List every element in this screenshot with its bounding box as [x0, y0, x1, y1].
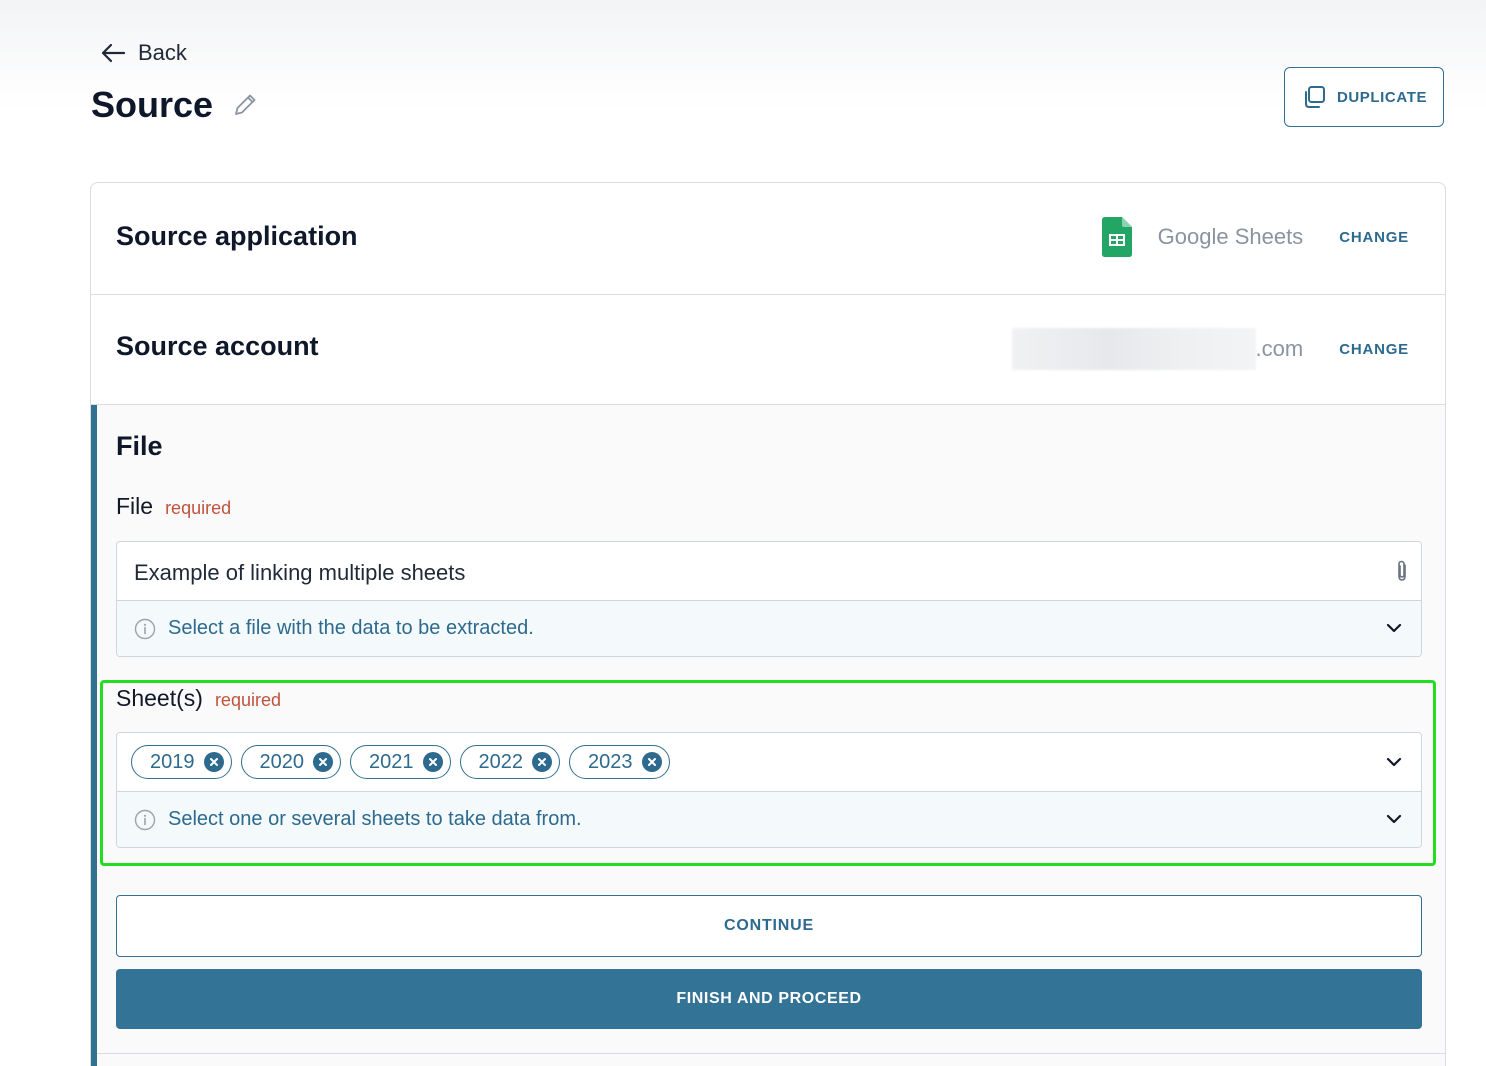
sheets-select[interactable]: 2019 2020 2021 2022 2023 [117, 733, 1421, 792]
sheets-required-label: required [214, 690, 281, 710]
source-application-title: Source application [116, 221, 358, 251]
sheet-tag: 2022 [459, 745, 560, 779]
file-section-title: File [116, 431, 163, 461]
sheets-field: 2019 2020 2021 2022 2023 Select one or s… [116, 732, 1422, 848]
sheet-tag: 2019 [131, 745, 232, 779]
remove-tag-icon[interactable] [313, 752, 333, 772]
remove-tag-icon[interactable] [422, 752, 443, 772]
source-account-value: .com CHANGE [1011, 328, 1410, 370]
file-section: File File required Example of linking mu… [91, 405, 1445, 1066]
source-application-row: Source application Google Sheets CHANGE [91, 183, 1445, 295]
title-row: Source [91, 84, 259, 126]
sheet-tag: 2020 [240, 745, 341, 779]
source-card: Source application Google Sheets CHANGE … [90, 182, 1446, 1066]
chevron-down-icon[interactable] [1385, 753, 1403, 771]
file-required-label: required [165, 498, 232, 518]
back-label: Back [138, 40, 187, 65]
finish-and-proceed-button[interactable]: FINISH AND PROCEED [116, 969, 1422, 1029]
source-application-value: Google Sheets CHANGE [1101, 217, 1409, 257]
sheet-tag-label: 2019 [150, 750, 195, 773]
file-input[interactable]: Example of linking multiple sheets [117, 542, 1421, 601]
bottom-divider [97, 1053, 1445, 1054]
sheets-hint[interactable]: Select one or several sheets to take dat… [117, 792, 1421, 847]
back-button[interactable]: Back [100, 40, 187, 66]
change-account-link[interactable]: CHANGE [1339, 341, 1409, 358]
sheets-hint-text: Select one or several sheets to take dat… [168, 808, 582, 830]
change-application-link[interactable]: CHANGE [1339, 229, 1409, 246]
blurred-email [1011, 328, 1256, 370]
file-hint-text: Select a file with the data to be extrac… [168, 617, 534, 639]
sheet-tag: 2021 [350, 745, 451, 779]
sheet-tag-label: 2022 [478, 750, 524, 773]
email-domain: .com [1255, 336, 1304, 361]
google-sheets-icon [1101, 217, 1132, 257]
chevron-down-icon[interactable] [1385, 810, 1403, 828]
page: Back Source DUPLICATE Source application [0, 0, 1486, 1066]
sheets-label: Sheet(s) [116, 685, 203, 711]
sheet-tag-label: 2021 [369, 750, 414, 773]
copy-icon [1304, 86, 1325, 108]
file-input-value: Example of linking multiple sheets [134, 560, 466, 585]
sheet-tag-label: 2020 [259, 750, 305, 773]
info-icon [134, 809, 156, 831]
sheet-tag: 2023 [569, 745, 670, 779]
source-account-title: Source account [116, 331, 319, 361]
duplicate-label: DUPLICATE [1336, 88, 1428, 106]
sheet-tags: 2019 2020 2021 2022 2023 [131, 745, 670, 779]
remove-tag-icon[interactable] [532, 752, 552, 772]
continue-button[interactable]: CONTINUE [116, 895, 1422, 957]
page-title: Source [91, 84, 214, 125]
file-field: Example of linking multiple sheets Selec… [116, 541, 1422, 657]
remove-tag-icon[interactable] [641, 752, 662, 772]
app-name: Google Sheets [1157, 224, 1304, 249]
file-hint[interactable]: Select a file with the data to be extrac… [117, 601, 1421, 656]
arrow-left-icon [101, 43, 126, 63]
paperclip-icon[interactable] [1395, 559, 1409, 583]
info-icon [134, 618, 156, 640]
remove-tag-icon[interactable] [203, 752, 224, 772]
chevron-down-icon[interactable] [1385, 619, 1403, 637]
sheets-field-label: Sheet(s) required [116, 685, 281, 712]
pencil-icon[interactable] [231, 91, 259, 119]
duplicate-button[interactable]: DUPLICATE [1284, 67, 1444, 127]
source-account-row: Source account .com CHANGE [91, 295, 1445, 405]
file-field-label: File required [116, 493, 231, 520]
file-label: File [116, 493, 154, 519]
sheet-tag-label: 2023 [588, 750, 633, 773]
